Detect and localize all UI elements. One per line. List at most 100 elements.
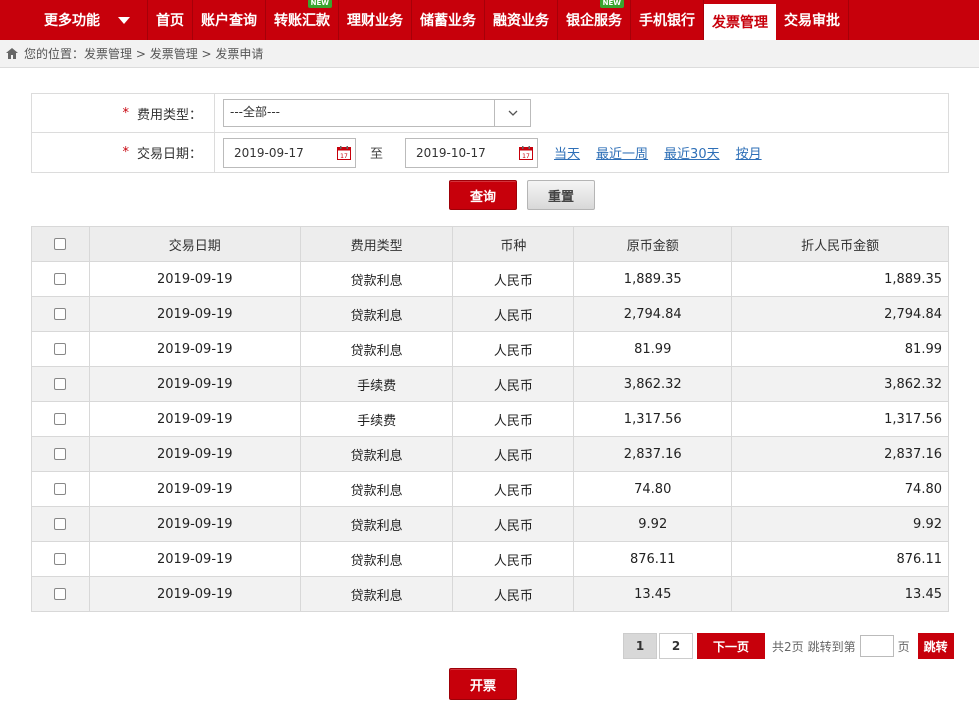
svg-text:17: 17 bbox=[522, 153, 530, 160]
goto-label: 跳转到第 bbox=[807, 639, 856, 654]
cell-rmb-amount: 1,317.56 bbox=[731, 401, 949, 437]
top-nav: 更多功能 首页 账户查询 转账汇款 NEW 理财业务 储蓄业务 融资业务 银企服务 NEW 手机银… bbox=[0, 0, 979, 40]
cell-currency: 人民币 bbox=[452, 576, 575, 612]
cell-original-amount: 74.80 bbox=[573, 471, 733, 507]
header-rmb-amount: 折人民币金额 bbox=[731, 226, 949, 262]
cell-original-amount: 2,837.16 bbox=[573, 436, 733, 472]
reset-button[interactable]: 重置 bbox=[527, 180, 595, 210]
page-2-button[interactable]: 2 bbox=[659, 633, 693, 659]
row-checkbox[interactable] bbox=[54, 448, 67, 460]
fee-type-select[interactable]: ---全部--- bbox=[223, 99, 531, 127]
row-checkbox[interactable] bbox=[54, 343, 67, 355]
cell-fee-type: 贷款利息 bbox=[299, 331, 454, 367]
cell-currency: 人民币 bbox=[452, 331, 575, 367]
table-row[interactable]: 2019-09-19 贷款利息 人民币 9.92 9.92 bbox=[31, 506, 949, 542]
row-checkbox[interactable] bbox=[54, 378, 67, 390]
more-functions-menu[interactable]: 更多功能 bbox=[0, 0, 148, 40]
select-all-checkbox[interactable] bbox=[54, 238, 67, 250]
row-checkbox[interactable] bbox=[54, 553, 67, 565]
cell-date: 2019-09-19 bbox=[88, 506, 301, 542]
nav-item-9[interactable]: 交易审批 bbox=[776, 0, 849, 40]
calendar-icon[interactable]: 17 bbox=[337, 145, 351, 160]
row-checkbox[interactable] bbox=[54, 273, 67, 285]
cell-rmb-amount: 74.80 bbox=[731, 471, 949, 507]
row-checkbox[interactable] bbox=[54, 518, 67, 530]
date-cell: 2019-09-17 17 至 2019-10-17 17 当天 最近一周 最近… bbox=[215, 133, 762, 172]
issue-invoice-button[interactable]: 开票 bbox=[449, 668, 517, 700]
nav-item-8[interactable]: 发票管理 bbox=[704, 4, 776, 40]
quick-week-link[interactable]: 最近一周 bbox=[596, 143, 648, 162]
table-row[interactable]: 2019-09-19 手续费 人民币 1,317.56 1,317.56 bbox=[31, 401, 949, 437]
cell-date: 2019-09-19 bbox=[88, 261, 301, 297]
cell-date: 2019-09-19 bbox=[88, 366, 301, 402]
date-to-value: 2019-10-17 bbox=[416, 145, 486, 160]
goto-page-input[interactable] bbox=[859, 635, 894, 657]
header-fee-type: 费用类型 bbox=[299, 226, 454, 262]
breadcrumb: 您的位置： 发票管理 > 发票管理 > 发票申请 bbox=[0, 40, 979, 68]
nav-item-5[interactable]: 融资业务 bbox=[485, 0, 558, 40]
row-select-cell bbox=[31, 296, 90, 332]
quick-30days-link[interactable]: 最近30天 bbox=[664, 143, 720, 162]
nav-item-0[interactable]: 首页 bbox=[148, 0, 193, 40]
table-row[interactable]: 2019-09-19 手续费 人民币 3,862.32 3,862.32 bbox=[31, 366, 949, 402]
nav-item-label: 银企服务 bbox=[566, 13, 622, 29]
date-from-input[interactable]: 2019-09-17 17 bbox=[223, 137, 356, 168]
row-select-cell bbox=[31, 366, 90, 402]
select-all-cell bbox=[31, 226, 90, 262]
table-row[interactable]: 2019-09-19 贷款利息 人民币 81.99 81.99 bbox=[31, 331, 949, 367]
jump-button[interactable]: 跳转 bbox=[917, 633, 954, 659]
row-select-cell bbox=[31, 471, 90, 507]
row-checkbox[interactable] bbox=[54, 588, 67, 600]
page-1-button[interactable]: 1 bbox=[623, 633, 657, 659]
row-select-cell bbox=[31, 401, 90, 437]
cell-date: 2019-09-19 bbox=[88, 296, 301, 332]
required-mark: * bbox=[122, 145, 129, 160]
table-row[interactable]: 2019-09-19 贷款利息 人民币 876.11 876.11 bbox=[31, 541, 949, 577]
dropdown-arrow[interactable] bbox=[494, 100, 530, 126]
row-checkbox[interactable] bbox=[54, 483, 67, 495]
nav-item-4[interactable]: 储蓄业务 bbox=[412, 0, 485, 40]
cell-fee-type: 贷款利息 bbox=[299, 541, 454, 577]
table-row[interactable]: 2019-09-19 贷款利息 人民币 1,889.35 1,889.35 bbox=[31, 261, 949, 297]
fee-type-label: * 费用类型： bbox=[32, 94, 215, 132]
date-to-input[interactable]: 2019-10-17 17 bbox=[405, 137, 539, 168]
nav-item-7[interactable]: 手机银行 bbox=[631, 0, 704, 40]
cell-rmb-amount: 1,889.35 bbox=[731, 261, 949, 297]
cell-fee-type: 贷款利息 bbox=[299, 471, 454, 507]
nav-item-label: 手机银行 bbox=[639, 13, 695, 29]
date-row: * 交易日期： 2019-09-17 17 至 2019-10-17 17 当天… bbox=[32, 133, 948, 172]
nav-item-label: 融资业务 bbox=[493, 13, 549, 29]
cell-fee-type: 贷款利息 bbox=[299, 436, 454, 472]
quick-today-link[interactable]: 当天 bbox=[554, 143, 580, 162]
cell-currency: 人民币 bbox=[452, 506, 575, 542]
cell-date: 2019-09-19 bbox=[88, 576, 301, 612]
calendar-icon[interactable]: 17 bbox=[519, 145, 534, 160]
fee-type-value: ---全部--- bbox=[230, 105, 280, 119]
table-row[interactable]: 2019-09-19 贷款利息 人民币 13.45 13.45 bbox=[31, 576, 949, 612]
query-button[interactable]: 查询 bbox=[449, 180, 517, 210]
nav-item-6[interactable]: 银企服务 NEW bbox=[558, 0, 631, 40]
row-select-cell bbox=[31, 261, 90, 297]
nav-item-1[interactable]: 账户查询 bbox=[193, 0, 266, 40]
cell-currency: 人民币 bbox=[452, 436, 575, 472]
table-row[interactable]: 2019-09-19 贷款利息 人民币 74.80 74.80 bbox=[31, 471, 949, 507]
fee-type-row: * 费用类型： ---全部--- bbox=[32, 94, 948, 133]
header-currency: 币种 bbox=[452, 226, 575, 262]
table-row[interactable]: 2019-09-19 贷款利息 人民币 2,837.16 2,837.16 bbox=[31, 436, 949, 472]
nav-item-label: 发票管理 bbox=[712, 15, 768, 31]
cell-date: 2019-09-19 bbox=[88, 436, 301, 472]
header-original-amount: 原币金额 bbox=[573, 226, 733, 262]
nav-item-3[interactable]: 理财业务 bbox=[339, 0, 412, 40]
cell-date: 2019-09-19 bbox=[88, 471, 301, 507]
cell-currency: 人民币 bbox=[452, 261, 575, 297]
quick-month-link[interactable]: 按月 bbox=[736, 143, 762, 162]
cell-currency: 人民币 bbox=[452, 366, 575, 402]
next-page-button[interactable]: 下一页 bbox=[697, 633, 765, 659]
row-checkbox[interactable] bbox=[54, 413, 67, 425]
home-icon bbox=[6, 48, 18, 59]
new-badge: NEW bbox=[599, 0, 624, 8]
table-row[interactable]: 2019-09-19 贷款利息 人民币 2,794.84 2,794.84 bbox=[31, 296, 949, 332]
nav-item-2[interactable]: 转账汇款 NEW bbox=[266, 0, 339, 40]
row-checkbox[interactable] bbox=[54, 308, 67, 320]
cell-currency: 人民币 bbox=[452, 401, 575, 437]
